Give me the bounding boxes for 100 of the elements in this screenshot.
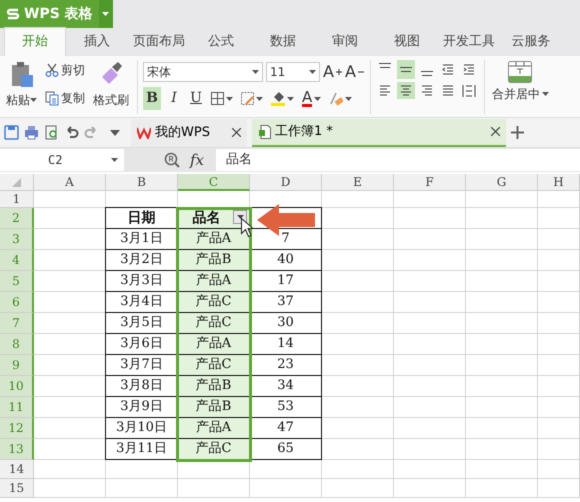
triangle-icon: [12, 178, 21, 186]
cell-reference-field[interactable]: C2: [0, 149, 124, 171]
close-icon[interactable]: [490, 127, 500, 136]
ribbon-tab[interactable]: 开始: [4, 26, 66, 56]
grid-cell: [538, 460, 580, 479]
ribbon-tab[interactable]: 视图: [376, 28, 438, 56]
grid-cell: [466, 397, 538, 418]
grid-cell: [466, 292, 538, 313]
grid-cell: [322, 250, 394, 271]
borders-button[interactable]: [209, 91, 235, 106]
table-cell: 产品C: [177, 291, 250, 313]
table-icon: [241, 92, 254, 105]
grid-cell: [322, 313, 394, 334]
grid-cell: [394, 292, 466, 313]
grid-cell: [394, 439, 466, 460]
grid-cell: [538, 292, 580, 313]
grid-cell: [466, 439, 538, 460]
grid-cell: [538, 229, 580, 250]
zoom-icon[interactable]: [164, 152, 180, 168]
grow-font-button[interactable]: A: [323, 60, 342, 84]
align-right-icon: [420, 83, 434, 98]
grid-cell: [394, 250, 466, 271]
formula-input-field[interactable]: 品名: [216, 149, 580, 171]
grid-cell: [322, 418, 394, 439]
ribbon-tab[interactable]: 页面布局: [128, 28, 190, 56]
grid-cell: [322, 191, 394, 208]
grid-cell: [466, 418, 538, 439]
table-cell: 产品A: [177, 417, 250, 439]
grid-cell: [538, 191, 580, 208]
align-distributed-icon: [462, 83, 476, 98]
row-header[interactable]: 1: [0, 191, 34, 208]
grid-cell: [538, 334, 580, 355]
align-left-icon: [378, 83, 392, 98]
underline-button[interactable]: U: [187, 87, 205, 110]
print-preview-icon[interactable]: [44, 125, 59, 140]
ribbon-tab[interactable]: 云服务: [500, 28, 562, 56]
column-header[interactable]: A: [34, 174, 106, 191]
grid-cell: [322, 292, 394, 313]
table-cell: 产品A: [177, 333, 250, 355]
printer-icon[interactable]: [24, 125, 39, 140]
grid-cell: [394, 334, 466, 355]
grid-cell: [538, 376, 580, 397]
close-icon[interactable]: [232, 128, 241, 137]
grid-cell: [394, 479, 466, 498]
align-button[interactable]: [396, 60, 415, 79]
ribbon-tab[interactable]: 插入: [66, 28, 128, 56]
caret-icon: [226, 96, 233, 100]
logo-icon: [6, 7, 20, 21]
row-header[interactable]: 15: [0, 479, 34, 498]
caret-icon: [30, 98, 37, 102]
grid-cell: [466, 191, 538, 208]
w-logo-icon: [137, 126, 151, 138]
function-button[interactable]: fx: [190, 148, 204, 172]
save-icon[interactable]: [4, 125, 19, 140]
grid-cell: [538, 479, 580, 498]
grid-cell: [178, 479, 250, 498]
grid-cell: [394, 355, 466, 376]
cut-button[interactable]: 剪切: [43, 60, 87, 80]
app-menu-caret[interactable]: [98, 0, 113, 28]
paste-button[interactable]: 粘贴: [4, 60, 39, 114]
document-tab[interactable]: 我的WPS: [131, 118, 247, 146]
align-middle-icon: [400, 67, 412, 72]
font-size-dropdown[interactable]: 11: [266, 62, 320, 82]
table-cell: 产品A: [177, 270, 250, 292]
column-header[interactable]: F: [394, 174, 466, 191]
align-button[interactable]: [396, 82, 415, 99]
fill-color-button[interactable]: [269, 90, 296, 107]
column-header[interactable]: G: [466, 174, 538, 191]
column-header[interactable]: E: [322, 174, 394, 191]
grid-cell: [322, 376, 394, 397]
merge-center-button[interactable]: 合并居中: [490, 60, 551, 117]
bold-button[interactable]: B: [143, 87, 161, 110]
copy-button[interactable]: 复制: [43, 88, 87, 108]
ribbon-tab[interactable]: 公式: [190, 28, 252, 56]
grid-cell: [394, 418, 466, 439]
indent-icon: [462, 62, 476, 77]
format-painter-button[interactable]: 格式刷: [91, 60, 131, 114]
font-color-button[interactable]: A: [300, 89, 324, 108]
ribbon-tab[interactable]: 审阅: [314, 28, 376, 56]
align-bottom-icon: [420, 71, 433, 76]
column-header[interactable]: D: [250, 174, 322, 191]
grid-cell: [322, 334, 394, 355]
table-cell: 65: [249, 438, 322, 460]
table-cell: 产品B: [177, 249, 250, 271]
document-tab[interactable]: 工作簿1 *: [252, 118, 506, 146]
ribbon-tab[interactable]: 数据: [252, 28, 314, 56]
ribbon-tab[interactable]: 开发工具: [438, 28, 500, 56]
font-name-dropdown[interactable]: 宋体: [143, 62, 263, 82]
shrink-font-button[interactable]: A: [344, 60, 364, 84]
italic-button[interactable]: I: [165, 87, 183, 110]
cell-style-button[interactable]: [239, 91, 265, 106]
column-header[interactable]: B: [106, 174, 178, 191]
grid-cell: [394, 271, 466, 292]
caret-icon[interactable]: [110, 130, 120, 136]
plus-icon[interactable]: [510, 126, 524, 139]
grid-cell: [466, 355, 538, 376]
grid-cell: [250, 479, 322, 498]
align-button[interactable]: [460, 82, 478, 99]
row-header[interactable]: 14: [0, 460, 34, 479]
column-header[interactable]: H: [538, 174, 580, 191]
